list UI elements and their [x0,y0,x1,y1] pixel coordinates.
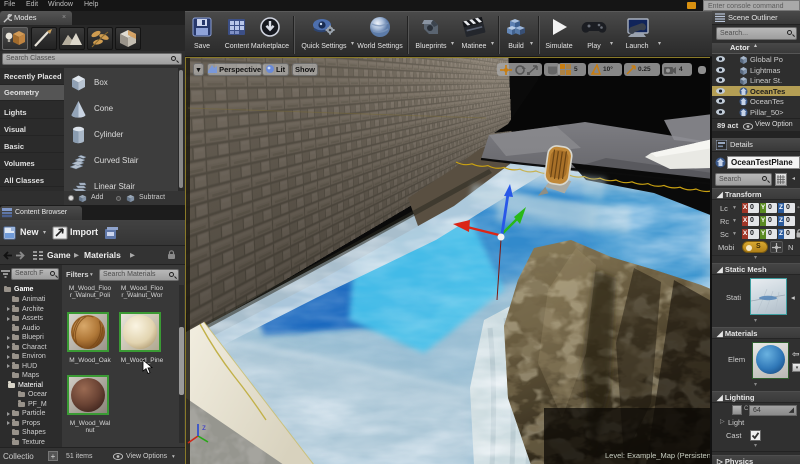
svg-text:z: z [202,423,206,432]
svg-text:Level: Example_Map (Persisten: Level: Example_Map (Persistent) [605,451,710,460]
